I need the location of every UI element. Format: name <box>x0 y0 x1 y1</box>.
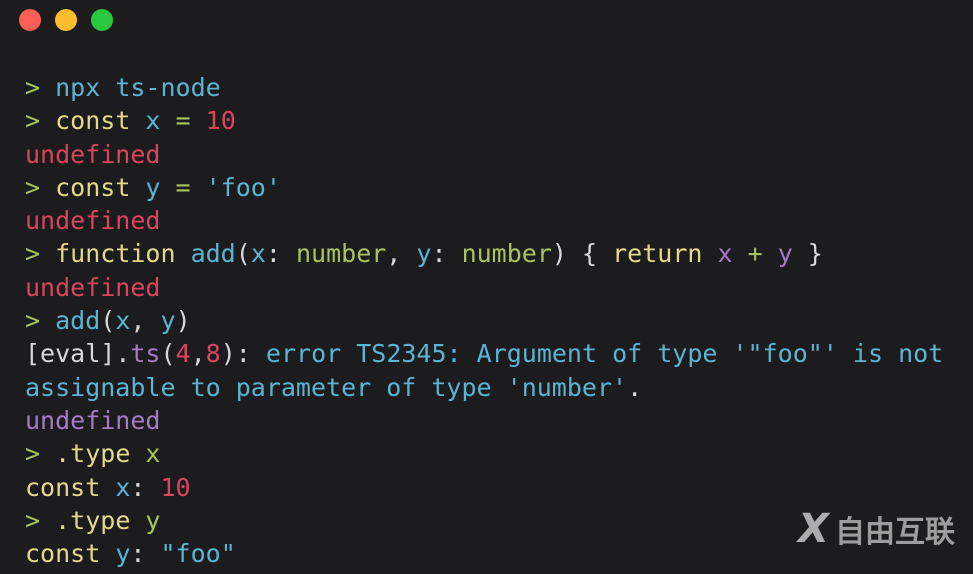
terminal-token: ( <box>235 239 251 269</box>
terminal-token: } <box>792 239 823 269</box>
terminal-token: , <box>130 306 146 336</box>
terminal-token: ts <box>130 339 161 369</box>
terminal-token: : <box>431 239 447 269</box>
terminal-token: . <box>627 372 643 402</box>
terminal-token: const <box>40 106 131 136</box>
watermark-logo: X 自由互联 <box>798 506 955 552</box>
terminal-token: undefined <box>25 405 161 435</box>
terminal-line: > function add(x: number, y: number) { r… <box>25 237 943 270</box>
terminal-token: return <box>597 239 703 269</box>
prompt-symbol: > <box>25 505 41 535</box>
terminal-token: const <box>25 539 101 569</box>
terminal-line: undefined <box>25 271 943 304</box>
terminal-line: > const x = 10 <box>25 104 943 137</box>
close-button[interactable] <box>19 9 41 31</box>
terminal-line: [eval].ts(4,8): error TS2345: Argument o… <box>25 337 943 370</box>
terminal-token: assignable to parameter of type 'number' <box>25 372 628 402</box>
terminal-token: error TS2345: Argument of type '"foo"' i… <box>250 339 944 369</box>
terminal-line: undefined <box>25 204 943 237</box>
terminal-token: undefined <box>25 272 161 302</box>
terminal-token: , <box>386 239 402 269</box>
watermark-mark: X <box>798 506 829 552</box>
terminal-token: : <box>265 239 281 269</box>
terminal-token: ) <box>220 339 236 369</box>
terminal-line: const x: 10 <box>25 471 943 504</box>
terminal-token: x <box>250 239 266 269</box>
terminal-token: [eval] <box>25 339 116 369</box>
terminal-token: const <box>40 172 131 202</box>
terminal-token: + <box>732 239 763 269</box>
terminal-token: = <box>160 106 191 136</box>
terminal-token: : <box>235 339 251 369</box>
terminal-token: = <box>160 172 191 202</box>
terminal-token: 8 <box>205 339 221 369</box>
window-titlebar <box>0 0 973 40</box>
terminal-token: ( <box>100 306 116 336</box>
terminal-token: 10 <box>145 472 191 502</box>
prompt-symbol: > <box>25 172 41 202</box>
terminal-token: . <box>115 339 131 369</box>
terminal-token: undefined <box>25 139 161 169</box>
terminal-token: y <box>401 239 432 269</box>
terminal-line: undefined <box>25 138 943 171</box>
terminal-token: add <box>40 306 101 336</box>
terminal-token: y <box>130 172 161 202</box>
terminal-token: x <box>115 306 131 336</box>
terminal-line: assignable to parameter of type 'number'… <box>25 371 943 404</box>
prompt-symbol: > <box>25 239 41 269</box>
terminal-token: number <box>280 239 387 269</box>
terminal-token: y <box>762 239 793 269</box>
terminal-token: .type <box>40 439 131 469</box>
terminal-token: 4 <box>175 339 191 369</box>
terminal-output[interactable]: > npx ts-node > const x = 10 undefined > co… <box>25 71 943 570</box>
terminal-token: y <box>130 505 161 535</box>
terminal-token: , <box>190 339 206 369</box>
minimize-button[interactable] <box>55 9 77 31</box>
terminal-line: undefined <box>25 404 943 437</box>
terminal-token: .type <box>40 505 131 535</box>
terminal-token: ( <box>160 339 176 369</box>
terminal-line: > .type x <box>25 437 943 470</box>
terminal-token: x <box>130 106 161 136</box>
terminal-line: > const y = 'foo' <box>25 171 943 204</box>
maximize-button[interactable] <box>91 9 113 31</box>
terminal-line: > add(x, y) <box>25 304 943 337</box>
terminal-token: x <box>100 472 131 502</box>
terminal-token: : <box>130 539 146 569</box>
terminal-token: x <box>702 239 733 269</box>
terminal-token: ) <box>551 239 567 269</box>
watermark-text: 自由互联 <box>835 515 955 550</box>
terminal-token: function <box>40 239 176 269</box>
prompt-symbol: > <box>25 106 41 136</box>
terminal-token: 'foo' <box>190 172 281 202</box>
terminal-token: "foo" <box>145 539 236 569</box>
terminal-token: { <box>566 239 598 269</box>
terminal-token: add <box>175 239 236 269</box>
terminal-token: ) <box>175 306 191 336</box>
terminal-token: number <box>446 239 552 269</box>
terminal-line: > npx ts-node <box>25 71 943 104</box>
terminal-token: x <box>130 439 161 469</box>
terminal-token: y <box>145 306 176 336</box>
prompt-symbol: > <box>25 439 41 469</box>
terminal-token: : <box>130 472 146 502</box>
terminal-token: npx ts-node <box>40 73 221 102</box>
terminal-token: undefined <box>25 206 161 236</box>
terminal-token: y <box>100 539 131 569</box>
prompt-symbol: > <box>25 306 41 336</box>
prompt-symbol: > <box>25 73 41 102</box>
terminal-token: 10 <box>190 106 236 136</box>
terminal-token: const <box>25 472 101 502</box>
